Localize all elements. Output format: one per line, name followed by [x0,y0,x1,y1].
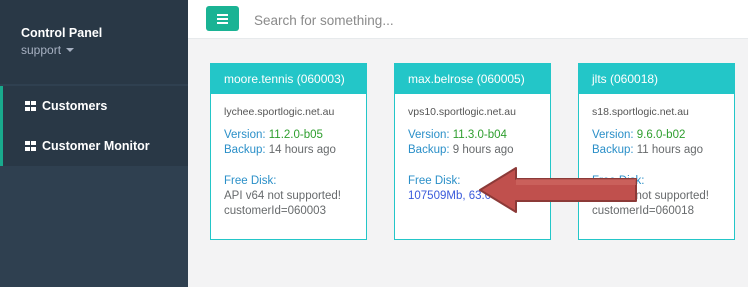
grid-icon [25,141,36,151]
backup-value: 9 hours ago [452,144,514,156]
sidebar-item-customers[interactable]: Customers [0,86,188,126]
customer-id: customerId=060003 [224,205,326,217]
host-name: lychee.sportlogic.net.au [224,106,335,118]
backup-label: Backup: [408,144,450,156]
card-title: moore.tennis (060003) [211,64,366,94]
host-name: s18.sportlogic.net.au [592,106,689,118]
card-title: jlts (060018) [579,64,734,94]
menu-toggle-button[interactable] [206,6,239,31]
profile-header: Control Panel support [0,0,188,84]
version-value: 9.6.0-b02 [636,129,686,141]
user-dropdown[interactable]: support [21,43,75,57]
version-label: Version: [224,129,266,141]
version-label: Version: [592,129,634,141]
caret-down-icon [66,48,75,52]
free-disk-value: API v64 not supported! [224,190,341,202]
grid-icon [25,101,36,111]
backup-value: 14 hours ago [268,144,336,156]
customer-card: moore.tennis (060003) lychee.sportlogic.… [210,63,367,240]
sidebar: Control Panel support Customers Customer… [0,0,188,287]
search-input[interactable] [252,5,656,35]
host-name: vps10.sportlogic.net.au [408,106,516,118]
backup-label: Backup: [592,144,634,156]
user-name: support [21,43,62,57]
card-title: max.belrose (060005) [395,64,550,94]
backup-value: 11 hours ago [636,144,704,156]
free-disk-label: Free Disk: [224,175,277,187]
backup-label: Backup: [224,144,266,156]
version-label: Version: [408,129,450,141]
annotation-arrow-icon [479,167,637,213]
sidebar-item-label: Customer Monitor [42,139,150,153]
version-value: 11.2.0-b05 [268,129,323,141]
sidebar-item-customer-monitor[interactable]: Customer Monitor [0,126,188,166]
version-value: 11.3.0-b04 [452,129,507,141]
sidebar-item-label: Customers [42,99,108,113]
profile-title: Control Panel [21,26,103,40]
top-navbar [188,0,748,39]
